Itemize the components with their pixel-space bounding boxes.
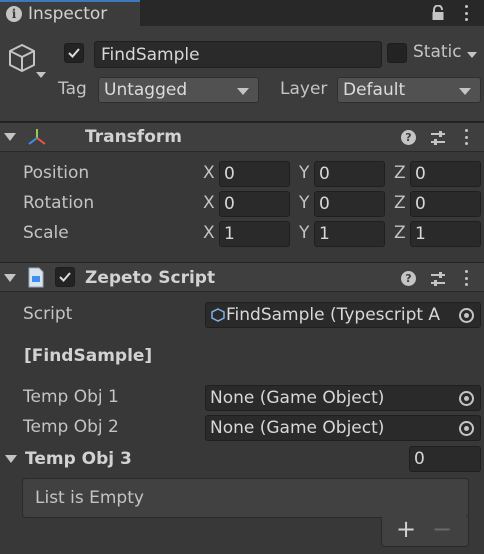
preset-sliders-icon[interactable]: [429, 129, 447, 147]
tag-value: Untagged: [104, 80, 188, 100]
axis-z-label: Z: [394, 163, 406, 183]
rotation-label: Rotation: [23, 193, 95, 213]
tab-menu-icon[interactable]: [464, 5, 468, 21]
scale-label: Scale: [23, 223, 69, 243]
temp-obj-1-field[interactable]: None (Game Object): [205, 385, 481, 411]
script-value: FindSample (Typescript A: [226, 305, 441, 325]
component-menu-icon[interactable]: [464, 129, 468, 145]
object-name-field[interactable]: FindSample: [94, 41, 382, 68]
axis-y-label: Y: [299, 223, 310, 243]
rotation-z-field[interactable]: 0: [410, 191, 481, 217]
list-empty-box: List is Empty: [22, 478, 469, 518]
axis-x-label: X: [203, 163, 215, 183]
object-picker-icon[interactable]: [459, 421, 474, 436]
layer-label: Layer: [280, 79, 328, 99]
gameobject-cube-icon[interactable]: [6, 42, 38, 74]
temp-obj-1-value: None (Game Object): [210, 388, 385, 408]
temp-obj-1-label: Temp Obj 1: [23, 387, 119, 407]
chevron-down-icon: [237, 88, 249, 95]
zepeto-enabled-checkbox[interactable]: [55, 267, 75, 287]
help-icon[interactable]: ?: [401, 271, 416, 286]
layer-dropdown[interactable]: Default: [337, 77, 481, 103]
axis-x-label: X: [203, 193, 215, 213]
axis-z-label: Z: [394, 193, 406, 213]
component-menu-icon[interactable]: [464, 270, 468, 286]
tag-label: Tag: [58, 79, 87, 99]
temp-obj-3-label: Temp Obj 3: [25, 449, 132, 469]
scale-z-field[interactable]: 1: [410, 221, 481, 247]
info-icon: i: [6, 6, 22, 22]
layer-value: Default: [343, 80, 406, 100]
rotation-y-field[interactable]: 0: [314, 191, 385, 217]
icon-dropdown-arrow[interactable]: [36, 72, 46, 78]
transform-axes-icon: [28, 129, 46, 145]
object-picker-icon[interactable]: [459, 391, 474, 406]
transform-foldout-arrow[interactable]: [4, 133, 16, 141]
position-x-field[interactable]: 0: [219, 161, 290, 187]
temp-obj-2-value: None (Game Object): [210, 418, 385, 438]
axis-x-label: X: [203, 223, 215, 243]
zepeto-foldout-arrow[interactable]: [4, 274, 16, 282]
script-file-icon: [28, 267, 44, 288]
position-y-field[interactable]: 0: [314, 161, 385, 187]
help-icon[interactable]: ?: [401, 130, 416, 145]
axis-y-label: Y: [299, 163, 310, 183]
list-empty-text: List is Empty: [35, 488, 144, 508]
tab-inspector[interactable]: i Inspector: [0, 0, 140, 26]
script-object-field[interactable]: FindSample (Typescript A: [205, 302, 481, 328]
temp-obj-2-label: Temp Obj 2: [23, 417, 119, 437]
scale-y-field[interactable]: 1: [314, 221, 385, 247]
preset-sliders-icon[interactable]: [429, 270, 447, 288]
script-label: Script: [23, 304, 73, 324]
transform-title: Transform: [85, 127, 182, 147]
checkmark-icon: [59, 272, 71, 282]
tab-label: Inspector: [28, 4, 108, 24]
position-label: Position: [23, 163, 90, 183]
scale-x-field[interactable]: 1: [219, 221, 290, 247]
checkmark-icon: [68, 48, 80, 58]
script-asset-icon: [211, 308, 225, 322]
lock-icon[interactable]: [430, 5, 446, 21]
static-checkbox[interactable]: [387, 43, 407, 63]
list-footer: [381, 517, 469, 547]
remove-element-button[interactable]: −: [432, 515, 452, 543]
temp-obj-2-field[interactable]: None (Game Object): [205, 415, 481, 441]
add-element-button[interactable]: +: [396, 515, 416, 543]
object-picker-icon[interactable]: [459, 308, 474, 323]
axis-y-label: Y: [299, 193, 310, 213]
section-title: [FindSample]: [24, 346, 153, 366]
static-label: Static: [413, 42, 462, 62]
axis-z-label: Z: [394, 223, 406, 243]
zepeto-script-title: Zepeto Script: [85, 268, 216, 288]
list-size-field[interactable]: 0: [409, 446, 481, 472]
tag-dropdown[interactable]: Untagged: [98, 77, 259, 103]
chevron-down-icon: [459, 88, 471, 95]
rotation-x-field[interactable]: 0: [219, 191, 290, 217]
temp-obj-3-foldout-arrow[interactable]: [5, 455, 17, 463]
active-checkbox[interactable]: [64, 43, 84, 63]
position-z-field[interactable]: 0: [410, 161, 481, 187]
static-dropdown-arrow[interactable]: [467, 52, 477, 58]
